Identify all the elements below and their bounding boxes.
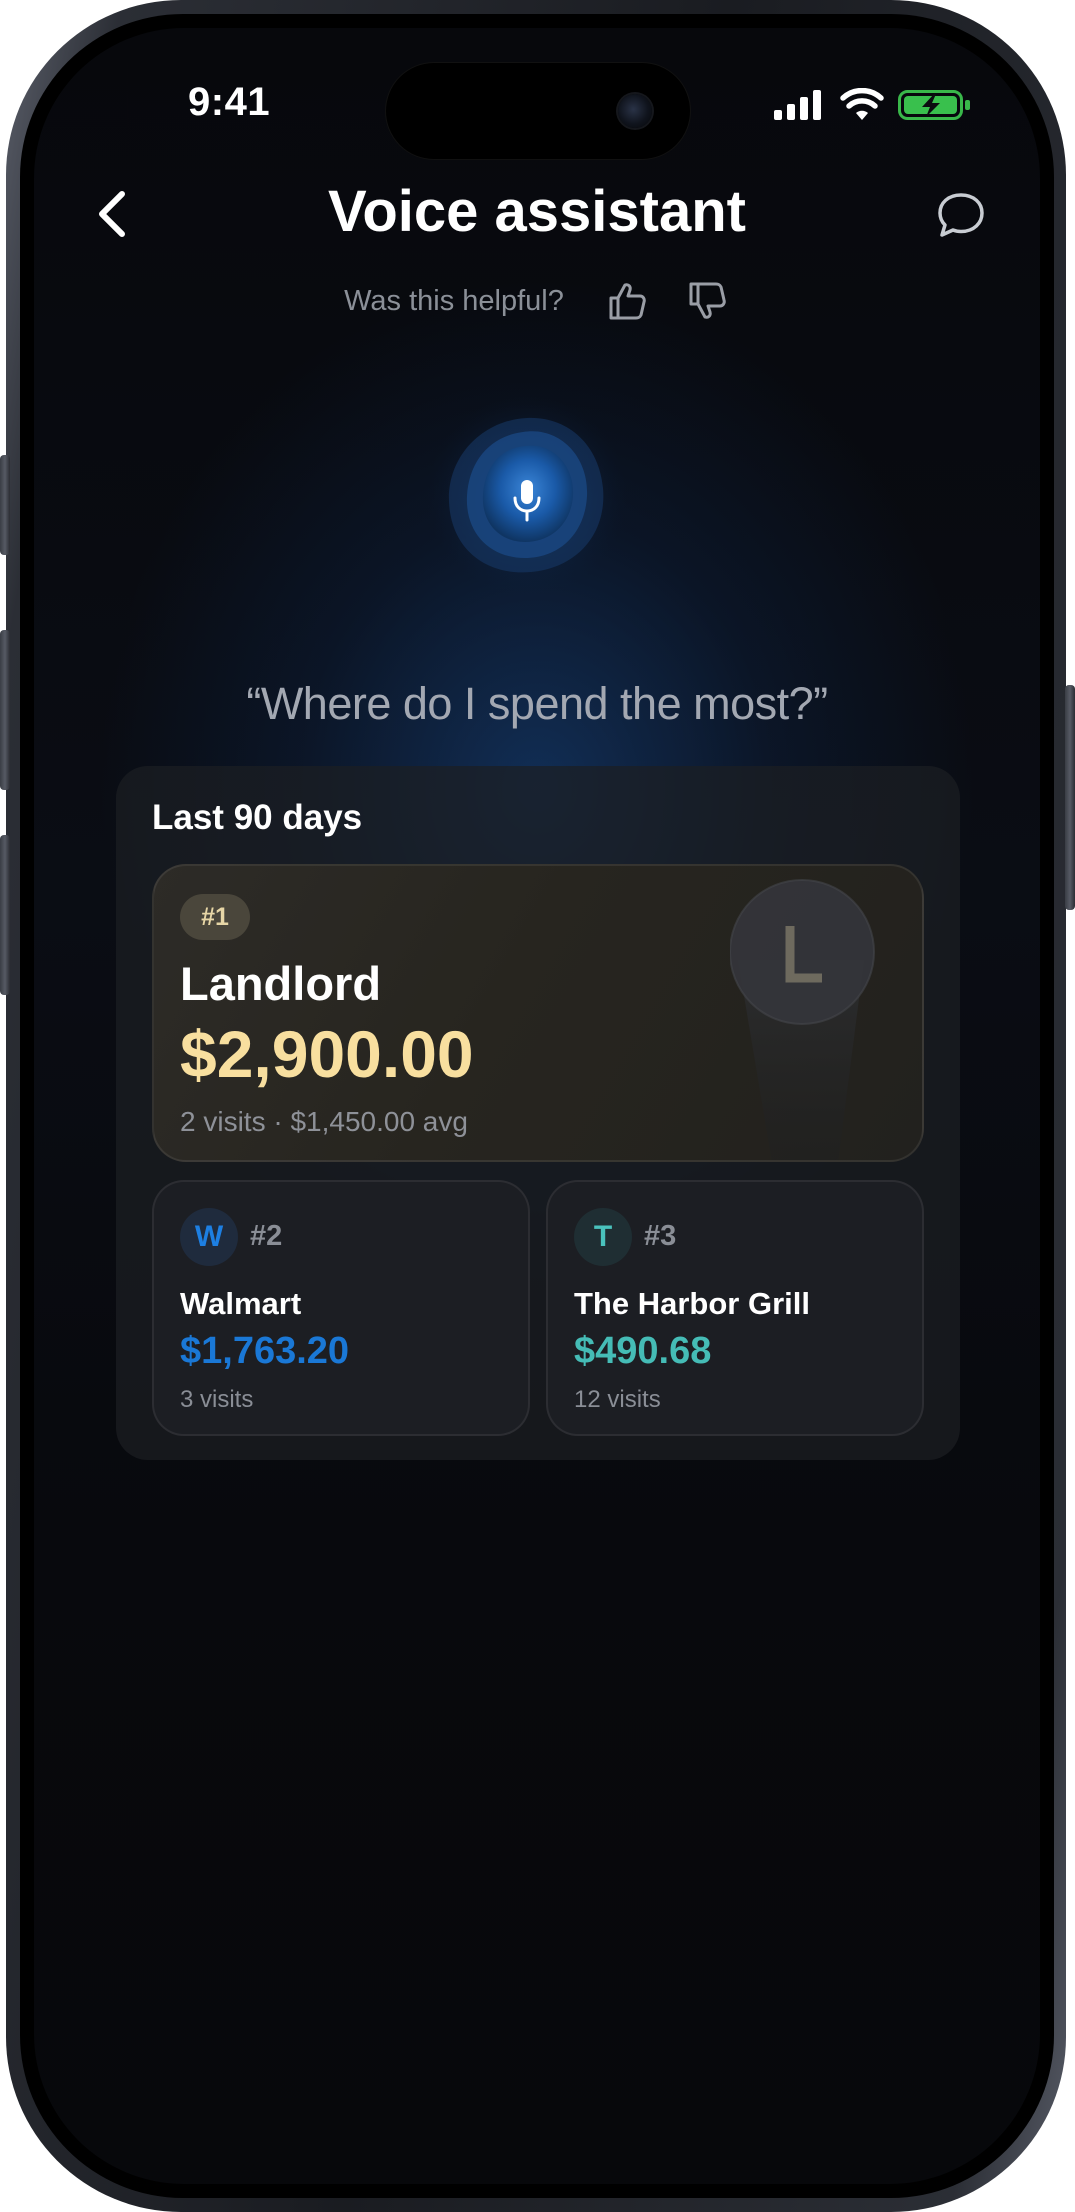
cellular-signal-icon (774, 90, 821, 120)
status-time: 9:41 (188, 80, 271, 124)
voice-query-text: “Where do I spend the most?” (246, 678, 828, 729)
wifi-icon (840, 88, 884, 120)
merchant-visits: 12 visits (574, 1386, 661, 1413)
rank-badge: #1 (180, 894, 250, 940)
merchant-name: The Harbor Grill (574, 1286, 810, 1321)
merchant-avatar: T (574, 1208, 632, 1266)
merchant-avatar-graphic (730, 879, 875, 1160)
merchant-name: Walmart (180, 1286, 302, 1321)
top-merchant-visits: 2 visits · $1,450.00 avg (180, 1106, 468, 1137)
power-button (1065, 685, 1075, 910)
thumbs-up-icon[interactable] (604, 278, 650, 324)
top-merchant-amount: $2,900.00 (180, 1017, 474, 1091)
merchant-visits: 3 visits (180, 1386, 254, 1413)
thumbs-down-icon[interactable] (684, 278, 730, 324)
merchant-avatar: W (180, 1208, 238, 1266)
period-label: Last 90 days (152, 798, 363, 837)
merchant-amount: $490.68 (574, 1330, 712, 1372)
action-button (0, 455, 10, 555)
top-merchant-name: Landlord (180, 957, 382, 1010)
screen: 9:41 Voice assistant Was this helpful? “… (34, 28, 1040, 2184)
top-merchant-card[interactable]: #1 Landlord $2,900.00 2 visits · $1,450.… (152, 864, 924, 1162)
volume-up-button (0, 630, 10, 790)
volume-down-button (0, 835, 10, 995)
rank-label: #3 (644, 1220, 677, 1252)
feedback-row: Was this helpful? (34, 276, 1040, 326)
feedback-prompt: Was this helpful? (344, 284, 564, 317)
status-indicators (744, 88, 974, 122)
rank-label: #2 (250, 1220, 283, 1252)
camera-icon (618, 94, 652, 128)
microphone-icon (513, 480, 541, 522)
merchant-card-walmart[interactable]: W #2 Walmart $1,763.20 3 visits (152, 1180, 530, 1436)
merchant-amount: $1,763.20 (180, 1330, 350, 1372)
chat-bubble-icon[interactable] (932, 186, 990, 244)
merchant-card-harbor-grill[interactable]: T #3 The Harbor Grill $490.68 12 visits (546, 1180, 924, 1436)
battery-charging-icon (898, 90, 970, 120)
page-title: Voice assistant (327, 179, 746, 244)
